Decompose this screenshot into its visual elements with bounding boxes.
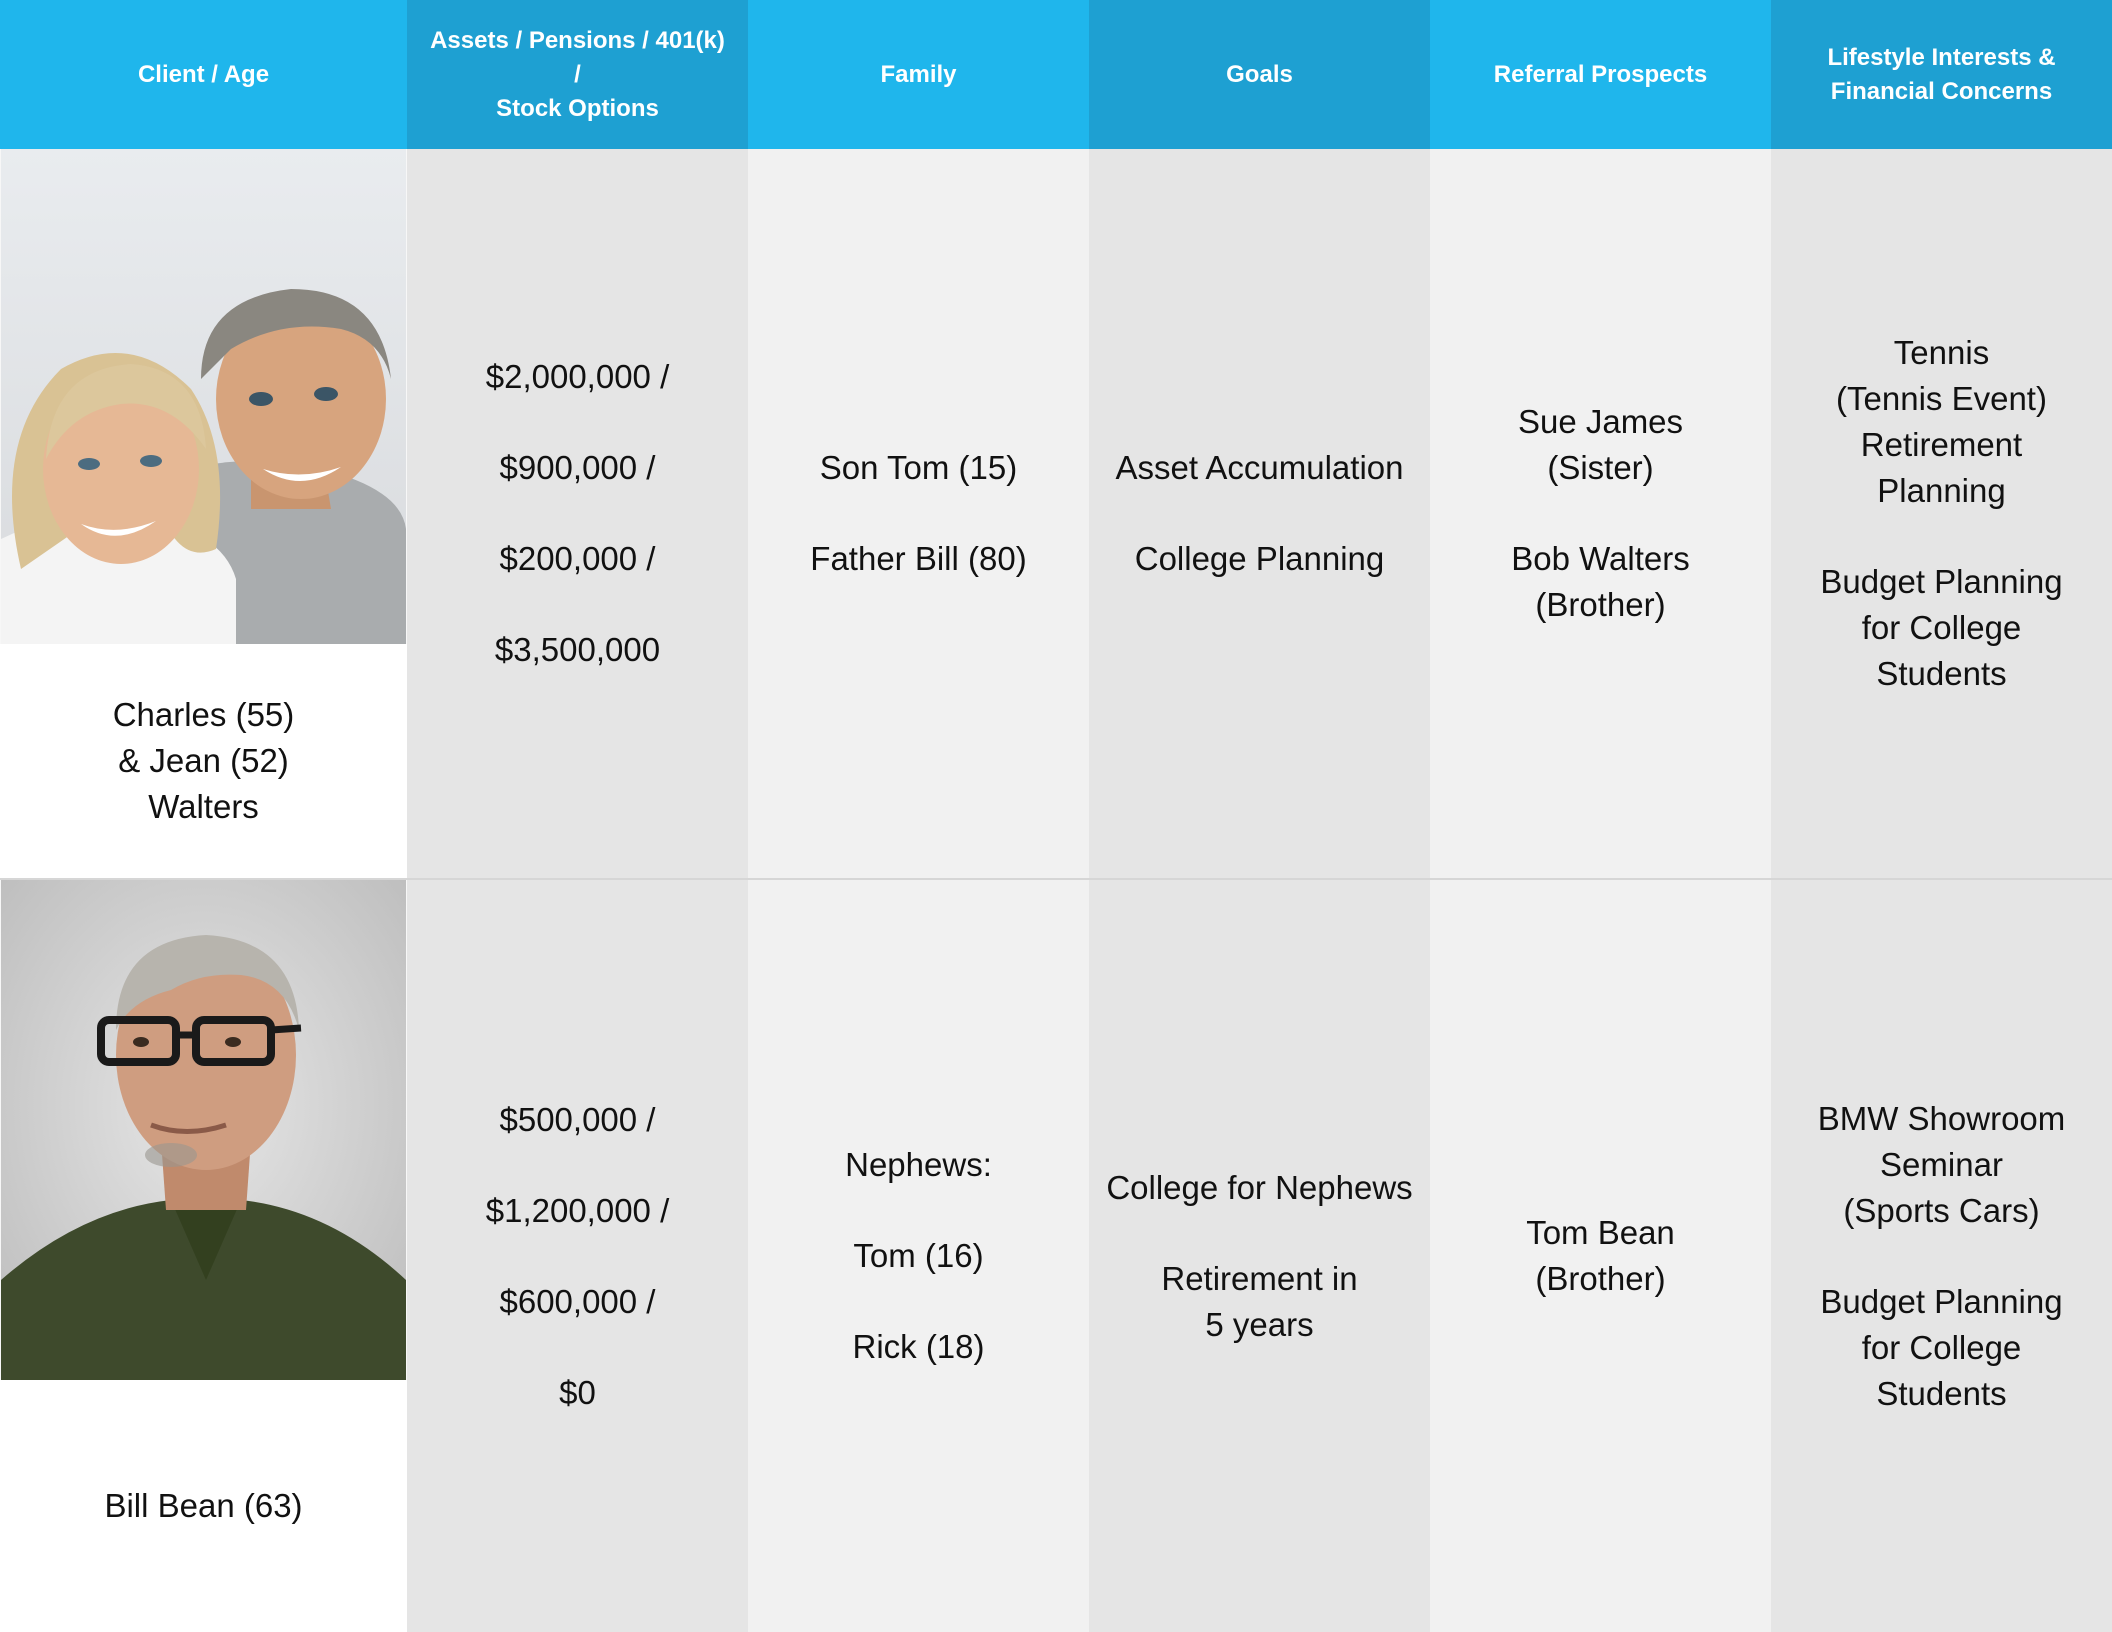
family-member: Tom (16) [853, 1237, 984, 1274]
asset-value: $500,000 / [499, 1100, 656, 1138]
lifestyle-item: Budget Planning [1820, 1282, 2063, 1320]
couple-photo [1, 149, 406, 644]
client-name-line: & Jean (52) [118, 742, 289, 779]
lifestyle-item: Students [1876, 1374, 2007, 1412]
referral-relation: (Sister) [1547, 449, 1654, 486]
family-member: Rick (18) [852, 1328, 985, 1365]
lifestyle-cell: Tennis (Tennis Event) Retirement Plannin… [1771, 149, 2112, 880]
lifestyle-cell: BMW Showroom Seminar (Sports Cars) Budge… [1771, 880, 2112, 1632]
referral-relation: (Brother) [1535, 586, 1666, 623]
header-label: Referral Prospects [1493, 60, 1708, 88]
client-cell: Charles (55) & Jean (52) Walters [0, 149, 407, 880]
client-name-line: Bill Bean (63) [104, 1487, 303, 1524]
header-label: Assets / Pensions / 401(k) / Stock Optio… [430, 26, 725, 122]
family-member: Father Bill (80) [810, 540, 1027, 577]
lifestyle-item: Seminar [1880, 1145, 2003, 1183]
goal-item: Retirement in [1161, 1259, 1358, 1297]
asset-value: $1,200,000 / [485, 1191, 670, 1229]
client-name-line: Charles (55) [112, 696, 295, 733]
lifestyle-item: Students [1876, 655, 2007, 692]
asset-value: $200,000 / [499, 540, 656, 577]
header-lifestyle: Lifestyle Interests & Financial Concerns [1771, 0, 2112, 149]
header-label: Client / Age [137, 60, 270, 88]
client-name: Charles (55) & Jean (52) Walters [0, 644, 407, 878]
lifestyle-item: Budget Planning [1820, 563, 2063, 600]
family-label: Nephews: [845, 1146, 992, 1183]
lifestyle-item: Planning [1877, 472, 2006, 509]
header-client-age: Client / Age [0, 0, 407, 149]
header-label: Goals [1226, 60, 1293, 88]
asset-value: $3,500,000 [494, 631, 661, 668]
header-assets: Assets / Pensions / 401(k) / Stock Optio… [407, 0, 748, 149]
family-cell: Nephews: Tom (16) Rick (18) [748, 880, 1089, 1632]
client-profile-table: Client / Age Assets / Pensions / 401(k) … [0, 0, 2112, 1632]
asset-value: $0 [559, 1373, 596, 1411]
lifestyle-item: for College [1861, 609, 2022, 646]
lifestyle-item: for College [1861, 1328, 2022, 1366]
lifestyle-item: Retirement [1860, 426, 2023, 463]
header-family: Family [748, 0, 1089, 149]
lifestyle-item: (Tennis Event) [1836, 380, 2047, 417]
goal-item: College Planning [1134, 540, 1385, 577]
family-cell: Son Tom (15) Father Bill (80) [748, 149, 1089, 880]
referral-name: Sue James [1517, 403, 1684, 440]
client-name: Bill Bean (63) [0, 1380, 407, 1632]
asset-value: $600,000 / [499, 1282, 656, 1320]
man-with-glasses-photo [1, 880, 406, 1380]
referrals-cell: Tom Bean (Brother) [1430, 880, 1771, 1632]
asset-value: $900,000 / [499, 449, 656, 486]
goal-item: College for Nephews [1106, 1168, 1413, 1206]
client-cell: Bill Bean (63) [0, 880, 407, 1632]
asset-value: $2,000,000 / [485, 358, 670, 395]
lifestyle-item: (Sports Cars) [1843, 1191, 2040, 1229]
goal-item: 5 years [1205, 1305, 1314, 1343]
header-referral-prospects: Referral Prospects [1430, 0, 1771, 149]
referral-name: Bob Walters [1511, 540, 1690, 577]
assets-cell: $2,000,000 / $900,000 / $200,000 / $3,50… [407, 149, 748, 880]
referral-relation: (Brother) [1535, 1260, 1666, 1297]
lifestyle-item: BMW Showroom [1817, 1099, 2066, 1137]
header-label: Family [880, 60, 957, 88]
assets-cell: $500,000 / $1,200,000 / $600,000 / $0 [407, 880, 748, 1632]
goals-cell: College for Nephews Retirement in 5 year… [1089, 880, 1430, 1632]
family-member: Son Tom (15) [819, 449, 1018, 486]
referral-name: Tom Bean [1526, 1214, 1675, 1251]
header-label: Lifestyle Interests & Financial Concerns [1827, 43, 2056, 105]
client-name-line: Walters [148, 788, 259, 825]
lifestyle-item: Tennis [1893, 334, 1990, 371]
header-goals: Goals [1089, 0, 1430, 149]
referrals-cell: Sue James (Sister) Bob Walters (Brother) [1430, 149, 1771, 880]
goal-item: Asset Accumulation [1115, 449, 1404, 486]
goals-cell: Asset Accumulation College Planning [1089, 149, 1430, 880]
